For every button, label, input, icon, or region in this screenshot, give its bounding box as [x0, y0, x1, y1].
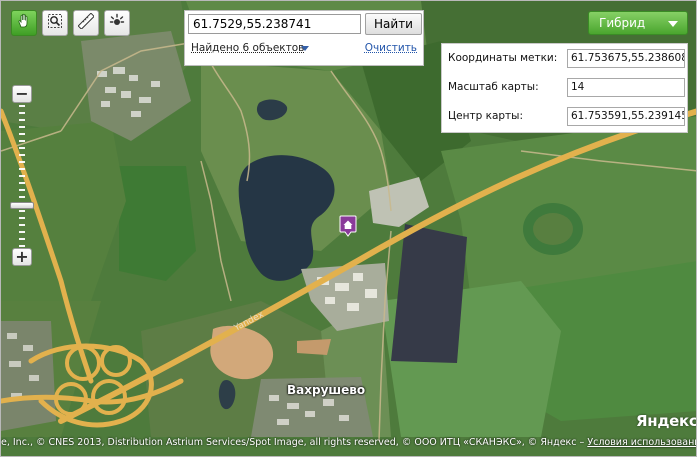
marker-coordinates-field[interactable]: 61.753675,55.238608	[567, 49, 685, 68]
zoom-out-button[interactable]: −	[12, 85, 32, 103]
search-button[interactable]: Найти	[365, 13, 422, 35]
magnifier-icon	[109, 13, 125, 33]
chevron-down-icon	[668, 21, 678, 27]
map-center-field[interactable]: 61.753591,55.239145	[567, 107, 685, 126]
marker-coordinates-label: Координаты метки:	[448, 52, 558, 64]
terms-link[interactable]: Условия использования	[587, 437, 696, 448]
hand-icon	[16, 13, 32, 33]
map-scale-label: Масштаб карты:	[448, 81, 539, 93]
zoom-slider-thumb[interactable]	[10, 202, 34, 209]
hand-tool-button[interactable]	[11, 10, 37, 36]
search-input[interactable]	[188, 14, 361, 34]
map-layer-select[interactable]: Гибрид	[588, 11, 688, 35]
copyright-bar: e, Inc., © CNES 2013, Distribution Astri…	[1, 437, 696, 451]
search-results-toggle[interactable]: Найдено 6 объектов	[191, 42, 304, 54]
ruler-icon	[77, 12, 95, 33]
map-container[interactable]: Yandex Найти Найдено 6 объектов Очистить…	[0, 0, 697, 457]
ruler-tool-button[interactable]	[73, 10, 99, 36]
clear-link[interactable]: Очистить	[365, 42, 417, 54]
map-center-label: Центр карты:	[448, 110, 523, 122]
map-scale-row: Масштаб карты: 14	[442, 75, 687, 101]
zoom-area-tool-button[interactable]	[42, 10, 68, 36]
search-panel: Найти Найдено 6 объектов Очистить	[184, 10, 424, 66]
chevron-down-icon[interactable]	[301, 46, 309, 51]
map-center-row: Центр карты: 61.753591,55.239145	[442, 104, 687, 130]
zoom-in-button[interactable]: +	[12, 248, 32, 266]
minus-icon: −	[15, 84, 29, 103]
house-marker-icon[interactable]	[339, 215, 357, 237]
magnifier-tool-button[interactable]	[104, 10, 130, 36]
coordinates-panel: Координаты метки: 61.753675,55.238608 Ма…	[441, 43, 688, 133]
map-layer-label: Гибрид	[599, 16, 646, 30]
zoom-slider-track[interactable]	[19, 105, 25, 247]
marker-coordinates-row: Координаты метки: 61.753675,55.238608	[442, 46, 687, 72]
copyright-text: e, Inc., © CNES 2013, Distribution Astri…	[1, 437, 588, 448]
map-scale-field[interactable]: 14	[567, 78, 685, 97]
yandex-logo[interactable]: Яндекс	[636, 412, 696, 430]
plus-icon: +	[15, 247, 29, 266]
place-label: Вахрушево	[287, 383, 366, 397]
zoom-area-icon	[47, 13, 63, 33]
